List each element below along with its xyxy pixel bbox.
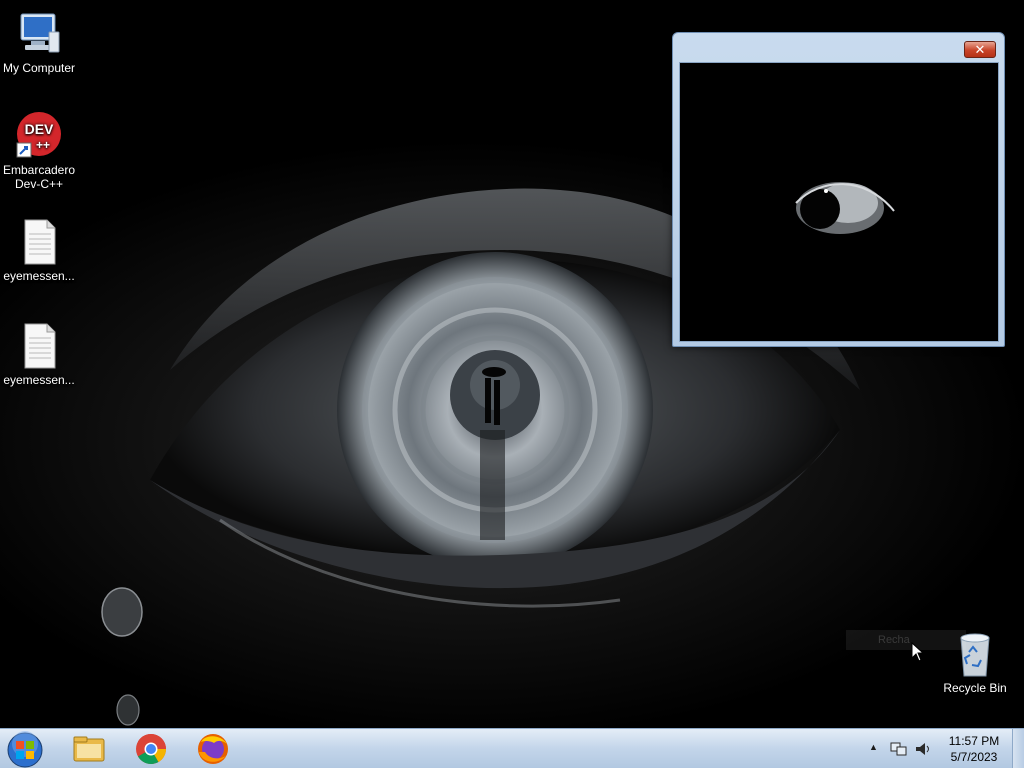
- network-icon[interactable]: [890, 741, 908, 757]
- window-canvas[interactable]: [679, 62, 999, 342]
- desktop-icon-label: eyemessen...: [3, 373, 75, 387]
- dev-cpp-icon: DEV ++: [15, 112, 63, 160]
- firefox-icon: [198, 734, 228, 764]
- text-file-icon: [15, 322, 63, 370]
- folder-icon: [73, 736, 105, 762]
- computer-icon: [15, 10, 63, 58]
- show-desktop-button[interactable]: [1012, 729, 1024, 768]
- svg-text:++: ++: [36, 138, 50, 152]
- chrome-icon: [136, 733, 167, 765]
- desktop-icon-label: My Computer: [2, 61, 76, 75]
- eye-image: [795, 182, 895, 234]
- app-window[interactable]: ✕: [672, 32, 1005, 347]
- dev-badge-text: DEV: [25, 121, 54, 137]
- taskbar-pinned-firefox[interactable]: [191, 732, 235, 766]
- desktop-icon-text-file-2[interactable]: eyemessen...: [1, 322, 77, 387]
- taskbar-pinned-explorer[interactable]: [67, 732, 111, 766]
- start-button[interactable]: [5, 730, 45, 768]
- taskbar-pinned-chrome[interactable]: [129, 732, 173, 766]
- close-icon: ✕: [974, 42, 986, 57]
- close-button[interactable]: ✕: [964, 41, 996, 58]
- text-file-icon: [15, 218, 63, 266]
- tray-clock[interactable]: 11:57 PM 5/7/2023: [942, 733, 1006, 765]
- desktop-icon-label: eyemessen...: [3, 269, 75, 283]
- tray-show-hidden-icons[interactable]: ▲: [869, 742, 878, 752]
- tooltip: Recha: [846, 630, 966, 650]
- desktop-icon-label: Embarcadero Dev-C++: [2, 163, 76, 191]
- clock-date: 5/7/2023: [950, 750, 998, 764]
- taskbar: ▲ 11:57 PM 5/7/2023: [0, 728, 1024, 768]
- clock-time: 11:57 PM: [948, 734, 1000, 748]
- desktop-icon-text-file-1[interactable]: eyemessen...: [1, 218, 77, 283]
- desktop-icon-label: Recycle Bin: [943, 681, 1007, 695]
- windows-orb-icon: [7, 731, 43, 768]
- mouse-cursor-icon: [911, 642, 925, 662]
- desktop-icon-my-computer[interactable]: My Computer: [1, 10, 77, 75]
- tooltip-text: Recha: [878, 634, 910, 646]
- volume-icon[interactable]: [914, 741, 932, 757]
- desktop-icon-dev-cpp[interactable]: DEV ++ Embarcadero Dev-C++: [1, 112, 77, 191]
